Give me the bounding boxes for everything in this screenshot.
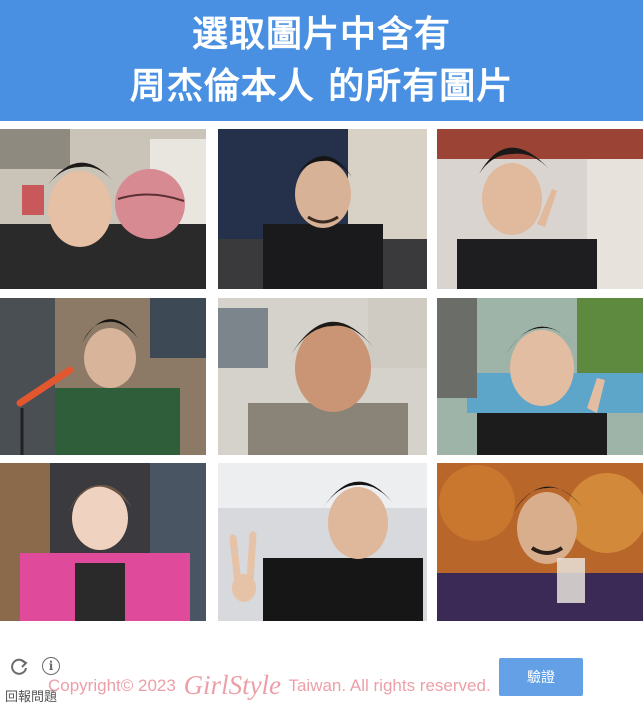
image-tile-3[interactable] bbox=[437, 129, 643, 289]
image-tile-4[interactable] bbox=[0, 298, 206, 455]
tile-7-image bbox=[0, 463, 206, 621]
tile-1-image bbox=[0, 129, 206, 289]
tile-6-image bbox=[437, 298, 643, 455]
image-tile-6[interactable] bbox=[437, 298, 643, 455]
report-problem-link[interactable]: 回報問題 bbox=[5, 686, 57, 705]
challenge-instruction-line1: 選取圖片中含有 bbox=[191, 13, 451, 55]
image-tile-5[interactable] bbox=[218, 298, 427, 455]
tile-3-image bbox=[437, 129, 643, 289]
image-tile-8[interactable] bbox=[218, 463, 427, 621]
image-tile-9[interactable] bbox=[437, 463, 643, 621]
watermark-prefix: Copyright© 2023 bbox=[48, 676, 176, 695]
challenge-footer: i 回報問題 驗證 Copyright© 2023 GirlStyle Taiw… bbox=[0, 640, 643, 711]
tile-2-image bbox=[218, 129, 427, 289]
tile-8-image bbox=[218, 463, 427, 621]
tile-5-image bbox=[218, 298, 427, 455]
challenge-header: 選取圖片中含有 周杰倫本人 的所有圖片 bbox=[0, 0, 643, 121]
tile-4-image bbox=[0, 298, 206, 455]
image-tile-1[interactable] bbox=[0, 129, 206, 289]
tile-9-image bbox=[437, 463, 643, 621]
watermark-brand: GirlStyle bbox=[183, 670, 282, 700]
info-icon[interactable]: i bbox=[42, 657, 60, 675]
verify-button[interactable]: 驗證 bbox=[499, 658, 583, 696]
image-tile-2[interactable] bbox=[218, 129, 427, 289]
watermark-suffix: Taiwan. All rights reserved. bbox=[288, 676, 491, 695]
reload-icon[interactable] bbox=[8, 656, 30, 678]
image-tile-7[interactable] bbox=[0, 463, 206, 621]
challenge-instruction-line2: 周杰倫本人 的所有圖片 bbox=[129, 65, 514, 107]
